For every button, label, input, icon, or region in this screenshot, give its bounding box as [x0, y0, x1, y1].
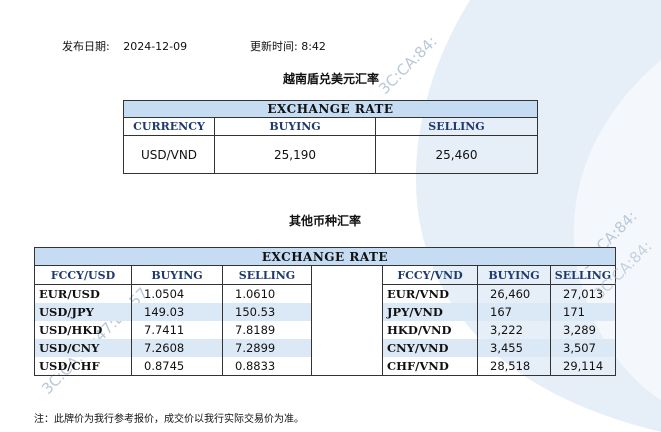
buying-rate: 25,190: [214, 135, 376, 174]
update-time-label: 更新时间:: [250, 40, 298, 53]
currency-pair: USD/VND: [140, 147, 198, 162]
right-buying: 26,460: [477, 284, 551, 303]
right-buying: 3,222: [477, 321, 551, 339]
right-selling: 29,114: [550, 357, 616, 376]
left-pair: EUR/USD: [39, 287, 100, 301]
right-buying: 167: [477, 303, 551, 321]
right-selling: 171: [550, 303, 616, 321]
left-selling: 7.2899: [222, 339, 312, 357]
column-header: FCCY/VND: [382, 265, 478, 285]
selling-rate: 25,460: [375, 135, 538, 174]
left-buying: 1.0504: [131, 284, 223, 303]
right-pair: EUR/VND: [387, 287, 449, 301]
left-buying: 149.03: [131, 303, 223, 321]
update-time-value: 8:42: [301, 40, 326, 53]
left-selling: 0.8833: [222, 357, 312, 376]
table-title: EXCHANGE RATE: [123, 100, 538, 118]
right-selling: 3,507: [550, 339, 616, 357]
column-header: SELLING: [375, 117, 538, 136]
right-pair: CNY/VND: [382, 339, 478, 357]
usd-vnd-section-title: 越南盾兑美元汇率: [282, 72, 379, 86]
table-title: EXCHANGE RATE: [34, 247, 616, 266]
table-divider: [311, 265, 383, 376]
left-pair: USD/HKD: [39, 323, 103, 337]
other-section-title: 其他币种汇率: [288, 214, 361, 228]
left-selling: 1.0610: [222, 284, 312, 303]
left-selling: 7.8189: [222, 321, 312, 339]
right-buying: 28,518: [477, 357, 551, 376]
right-buying: 3,455: [477, 339, 551, 357]
left-buying: 0.8745: [131, 357, 223, 376]
right-selling: 3,289: [550, 321, 616, 339]
left-selling: 150.53: [222, 303, 312, 321]
column-header: BUYING: [477, 265, 551, 285]
column-header: FCCY/USD: [34, 265, 132, 285]
usd-vnd-table: EXCHANGE RATE CURRENCY BUYING SELLING US…: [123, 100, 538, 174]
column-header: SELLING: [222, 265, 312, 285]
column-header: BUYING: [214, 117, 376, 136]
left-pair: USD/CNY: [34, 339, 132, 357]
left-pair: USD/CHF: [39, 359, 100, 373]
right-pair: HKD/VND: [387, 323, 452, 337]
column-header: SELLING: [550, 265, 616, 285]
right-pair: JPY/VND: [382, 303, 478, 321]
right-selling: 27,013: [550, 284, 616, 303]
left-pair: USD/JPY: [34, 303, 132, 321]
publish-date: 发布日期: 2024-12-09: [62, 38, 187, 54]
column-header: CURRENCY: [123, 117, 215, 136]
right-pair: CHF/VND: [387, 359, 449, 373]
publish-date-value: 2024-12-09: [123, 40, 188, 53]
column-header: BUYING: [131, 265, 223, 285]
left-buying: 7.7411: [131, 321, 223, 339]
disclaimer-note: 注：此牌价为我行参考报价，成交价以我行实际交易价为准。: [34, 414, 304, 425]
update-time: 更新时间: 8:42: [250, 38, 326, 54]
publish-date-label: 发布日期:: [62, 40, 110, 53]
other-currency-table: EXCHANGE RATE FCCY/USD BUYING SELLING FC…: [34, 247, 616, 376]
left-buying: 7.2608: [131, 339, 223, 357]
